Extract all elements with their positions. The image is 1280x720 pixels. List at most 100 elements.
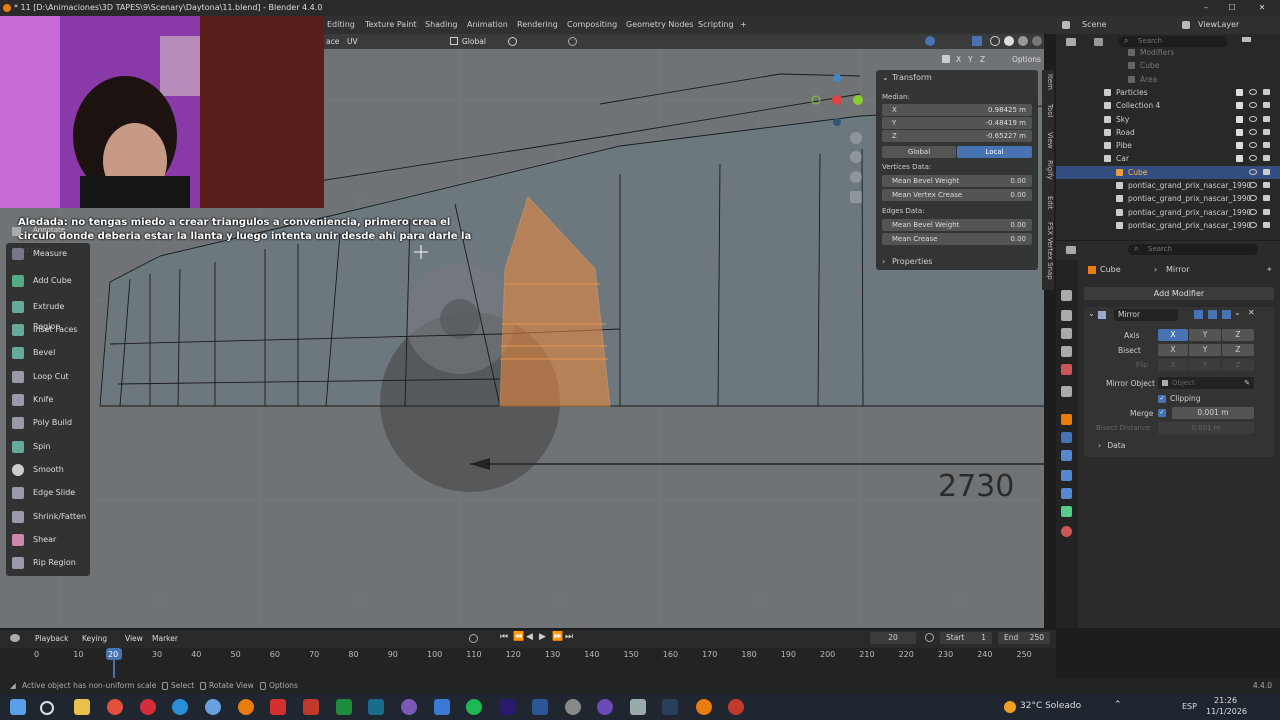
render-camera-icon[interactable]: [1263, 155, 1270, 162]
tool-annotate[interactable]: Annotate: [6, 225, 90, 239]
tray-chevron-icon[interactable]: ⌃: [1114, 700, 1122, 710]
data-tab-icon[interactable]: [1061, 506, 1072, 517]
overlays-icon[interactable]: [925, 36, 935, 46]
app-icon-2[interactable]: [303, 699, 319, 715]
mirror-z-toggle[interactable]: Z: [980, 54, 985, 65]
blender-taskbar-icon[interactable]: [238, 699, 254, 715]
mirror-y-toggle[interactable]: Y: [968, 54, 973, 65]
tool-inset-faces[interactable]: Inset Faces: [6, 320, 90, 340]
scene-tab-icon[interactable]: [1061, 364, 1072, 375]
render-tab-icon[interactable]: [1061, 310, 1072, 321]
tab-shading[interactable]: Shading: [425, 16, 458, 34]
bisect-y-toggle[interactable]: Y: [1189, 344, 1221, 356]
shading-rendered-icon[interactable]: [1032, 36, 1042, 46]
outliner-item[interactable]: pontiac_grand_prix_nascar_1990: [1056, 179, 1280, 192]
current-frame-field[interactable]: 20: [870, 632, 916, 644]
app-icon-6[interactable]: [597, 699, 613, 715]
shading-wireframe-icon[interactable]: [990, 36, 1000, 46]
tab-compositing[interactable]: Compositing: [567, 16, 617, 34]
outliner-item[interactable]: Car: [1056, 152, 1280, 165]
bisect-z-toggle[interactable]: Z: [1222, 344, 1254, 356]
median-x-field[interactable]: X 0.98425 m: [882, 104, 1032, 116]
tab-rendering[interactable]: Rendering: [517, 16, 558, 34]
visibility-eye-icon[interactable]: [1249, 115, 1257, 122]
outliner-item[interactable]: Collection 4: [1056, 99, 1280, 112]
zoom-icon[interactable]: [850, 132, 862, 144]
constraints-tab-icon[interactable]: [1061, 488, 1072, 499]
outliner-item[interactable]: Pibe: [1056, 139, 1280, 152]
start-menu-icon[interactable]: [10, 699, 26, 715]
modifier-tab-icon[interactable]: [1061, 432, 1072, 443]
tab-animation[interactable]: Animation: [467, 16, 508, 34]
close-button[interactable]: ✕: [1252, 0, 1272, 16]
outliner-item[interactable]: Cube: [1056, 59, 1280, 72]
median-y-field[interactable]: Y -0.48419 m: [882, 117, 1032, 129]
visibility-eye-icon[interactable]: [1249, 155, 1257, 162]
word-icon[interactable]: [532, 699, 548, 715]
app-icon-7[interactable]: [630, 699, 646, 715]
tool-edge-slide[interactable]: Edge Slide: [6, 483, 90, 503]
show-editmode-icon[interactable]: [1194, 310, 1203, 319]
snap-icon[interactable]: [508, 37, 517, 46]
output-tab-icon[interactable]: [1061, 328, 1072, 339]
mirror-x-toggle[interactable]: X: [956, 54, 961, 65]
jump-keyframe-back-icon[interactable]: ⏪: [513, 632, 524, 642]
tool-tab-icon[interactable]: [1061, 290, 1072, 301]
exclude-checkbox[interactable]: [1236, 155, 1243, 163]
modifier-name-field[interactable]: Mirror: [1114, 309, 1178, 321]
auto-keying-icon[interactable]: [469, 634, 478, 643]
app-icon-3[interactable]: [368, 699, 384, 715]
gizmo-y-axis[interactable]: [853, 95, 863, 105]
transform-header[interactable]: ⌄ Transform: [882, 72, 1032, 84]
outliner-item[interactable]: Area: [1056, 73, 1280, 86]
add-workspace-button[interactable]: +: [740, 16, 747, 34]
tool-loop-cut[interactable]: Loop Cut: [6, 367, 90, 387]
tab-scripting[interactable]: Scripting: [698, 16, 734, 34]
play-icon[interactable]: ▶: [539, 632, 546, 642]
render-camera-icon[interactable]: [1263, 208, 1270, 215]
outliner-item[interactable]: pontiac_grand_prix_nascar_1990.: [1056, 192, 1280, 205]
view-layer-selector[interactable]: ViewLayer: [1198, 16, 1239, 34]
opera-icon[interactable]: [140, 699, 156, 715]
view-layer-tab-icon[interactable]: [1061, 346, 1072, 357]
visibility-eye-icon[interactable]: [1249, 102, 1257, 109]
tool-add-cube[interactable]: Add Cube: [6, 271, 90, 291]
tab-texture-paint[interactable]: Texture Paint: [365, 16, 417, 34]
flip-y-toggle[interactable]: Y: [1189, 359, 1221, 371]
search-icon[interactable]: [40, 701, 54, 715]
menu-uv[interactable]: UV: [347, 36, 358, 47]
outliner-item[interactable]: Cube: [1056, 165, 1280, 179]
eyedropper-icon[interactable]: ✎: [1244, 377, 1250, 389]
app-icon-4[interactable]: [401, 699, 417, 715]
render-camera-icon[interactable]: [1263, 142, 1270, 149]
visibility-eye-icon[interactable]: [1249, 195, 1257, 202]
spotify-icon[interactable]: [466, 699, 482, 715]
end-frame-field[interactable]: End 250: [998, 632, 1050, 644]
tab-edit[interactable]: Edit: [1042, 196, 1054, 210]
particles-tab-icon[interactable]: [1061, 450, 1072, 461]
merge-checkbox[interactable]: ✓: [1158, 409, 1166, 417]
camera-view-icon[interactable]: [850, 171, 862, 183]
scene-selector[interactable]: Scene: [1082, 16, 1106, 34]
visibility-eye-icon[interactable]: [1249, 168, 1257, 175]
app-icon-5[interactable]: [434, 699, 450, 715]
frame-ruler[interactable]: 0 10 20 30 40 50 60 70 80 90 100 110 120 130 140 150 160…: [0, 648, 1056, 678]
blender-active-icon[interactable]: [696, 699, 712, 715]
tool-shear[interactable]: Shear: [6, 530, 90, 550]
weather-text[interactable]: 32°C Soleado: [1020, 701, 1081, 711]
tool-poly-build[interactable]: Poly Build: [6, 413, 90, 433]
clock-date[interactable]: 11/1/2026: [1206, 707, 1247, 716]
outliner-editor-icon[interactable]: [1066, 38, 1076, 46]
physics-tab-icon[interactable]: [1061, 470, 1072, 481]
tool-extrude-region[interactable]: Extrude Region: [6, 297, 90, 331]
mean-bevel-weight-edge-field[interactable]: Mean Bevel Weight 0.00: [882, 219, 1032, 231]
orientation-dropdown[interactable]: Global: [462, 36, 486, 47]
render-camera-icon[interactable]: [1263, 128, 1270, 135]
pycharm-icon[interactable]: [336, 699, 352, 715]
flip-z-toggle[interactable]: Z: [1222, 359, 1254, 371]
file-explorer-icon[interactable]: [74, 699, 90, 715]
bisect-x-toggle[interactable]: X: [1158, 344, 1188, 356]
outliner-item[interactable]: Modifiers: [1056, 46, 1280, 59]
jump-end-icon[interactable]: ⏭: [565, 632, 573, 642]
show-render-icon[interactable]: [1222, 310, 1231, 319]
